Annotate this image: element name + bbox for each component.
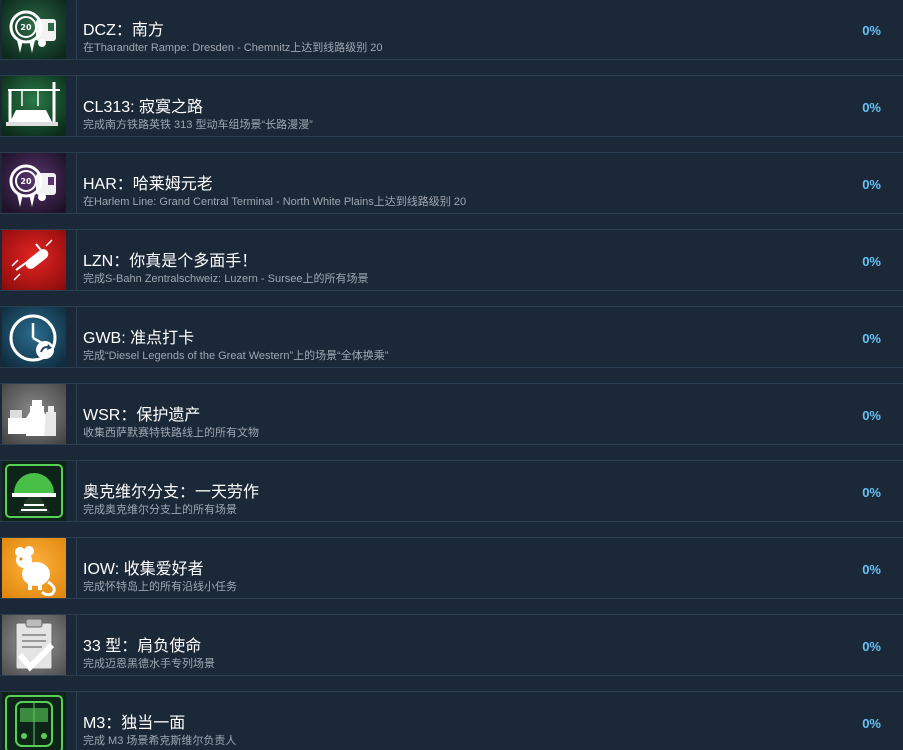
award-ribbon-truck-icon: 20 — [2, 0, 66, 59]
achievement-description: 在Harlem Line: Grand Central Terminal - N… — [83, 196, 467, 208]
achievement-description: 完成 M3 场景希克斯维尔负责人 — [83, 735, 237, 747]
achievement-row[interactable]: CL313: 寂寞之路 完成南方铁路英铁 313 型动车组场景“长路漫漫” 0% — [0, 75, 903, 137]
achievement-description: 完成南方铁路英铁 313 型动车组场景“长路漫漫” — [83, 119, 313, 131]
svg-text:20: 20 — [20, 177, 32, 186]
achievement-description: 完成奥克维尔分支上的所有场景 — [83, 504, 237, 516]
achievement-description: 收集西萨默赛特铁路线上的所有文物 — [83, 427, 259, 439]
achievement-percent: 0% — [862, 331, 881, 346]
mouse-icon — [2, 538, 66, 598]
achievement-description: 完成“Diesel Legends of the Great Western”上… — [83, 350, 389, 362]
achievement-title: M3：独当一面 — [83, 715, 186, 732]
achievement-description: 在Tharandter Rampe: Dresden - Chemnitz上达到… — [83, 42, 383, 54]
achievement-row[interactable]: 20 HAR：哈莱姆元老 在Harlem Line: Grand Central… — [0, 152, 903, 214]
achievement-title: CL313: 寂寞之路 — [83, 99, 204, 116]
achievement-title: HAR：哈莱姆元老 — [83, 176, 213, 193]
achievement-row[interactable]: M3：独当一面 完成 M3 场景希克斯维尔负责人 0% — [0, 691, 903, 750]
milk-churns-icon — [2, 384, 66, 444]
achievement-percent: 0% — [862, 408, 881, 423]
achievement-row[interactable]: GWB: 准点打卡 完成“Diesel Legends of the Great… — [0, 306, 903, 368]
svg-text:20: 20 — [20, 23, 32, 32]
achievement-row[interactable]: 奥克维尔分支：一天劳作 完成奥克维尔分支上的所有场景 0% — [0, 460, 903, 522]
achievement-description: 完成迈恩黑德水手专列场景 — [83, 658, 215, 670]
achievement-row[interactable]: WSR：保护遗产 收集西萨默赛特铁路线上的所有文物 0% — [0, 383, 903, 445]
achievement-percent: 0% — [862, 562, 881, 577]
sunrise-rails-icon — [2, 461, 66, 521]
clock-arrow-icon — [2, 307, 66, 367]
achievement-title: WSR：保护遗产 — [83, 407, 201, 424]
achievement-title: GWB: 准点打卡 — [83, 330, 195, 347]
overhead-gantry-icon — [2, 76, 66, 136]
award-ribbon-truck-icon: 20 — [2, 153, 66, 213]
achievement-description: 完成S-Bahn Zentralschweiz: Luzern - Sursee… — [83, 273, 369, 285]
achievement-title: LZN：你真是个多面手！ — [83, 253, 258, 270]
achievement-list: 20 DCZ：南方 在Tharandter Rampe: Dresden - C… — [0, 0, 903, 750]
achievement-percent: 0% — [862, 23, 881, 38]
achievement-percent: 0% — [862, 485, 881, 500]
achievement-percent: 0% — [862, 100, 881, 115]
achievement-percent: 0% — [862, 177, 881, 192]
achievement-description: 完成怀特岛上的所有沿线小任务 — [83, 581, 237, 593]
achievement-title: 奥克维尔分支：一天劳作 — [83, 484, 260, 501]
train-front-icon — [2, 692, 66, 750]
achievement-title: IOW: 收集爱好者 — [83, 561, 204, 578]
achievement-title: DCZ：南方 — [83, 22, 164, 39]
achievement-row[interactable]: LZN：你真是个多面手！ 完成S-Bahn Zentralschweiz: Lu… — [0, 229, 903, 291]
achievement-percent: 0% — [862, 639, 881, 654]
achievement-row[interactable]: 20 DCZ：南方 在Tharandter Rampe: Dresden - C… — [0, 0, 903, 60]
achievement-row[interactable]: 33 型：肩负使命 完成迈恩黑德水手专列场景 0% — [0, 614, 903, 676]
achievement-percent: 0% — [862, 254, 881, 269]
achievement-title: 33 型：肩负使命 — [83, 638, 202, 655]
swiss-army-knife-icon — [2, 230, 66, 290]
achievement-row[interactable]: IOW: 收集爱好者 完成怀特岛上的所有沿线小任务 0% — [0, 537, 903, 599]
clipboard-check-icon — [2, 615, 66, 675]
achievement-percent: 0% — [862, 716, 881, 731]
